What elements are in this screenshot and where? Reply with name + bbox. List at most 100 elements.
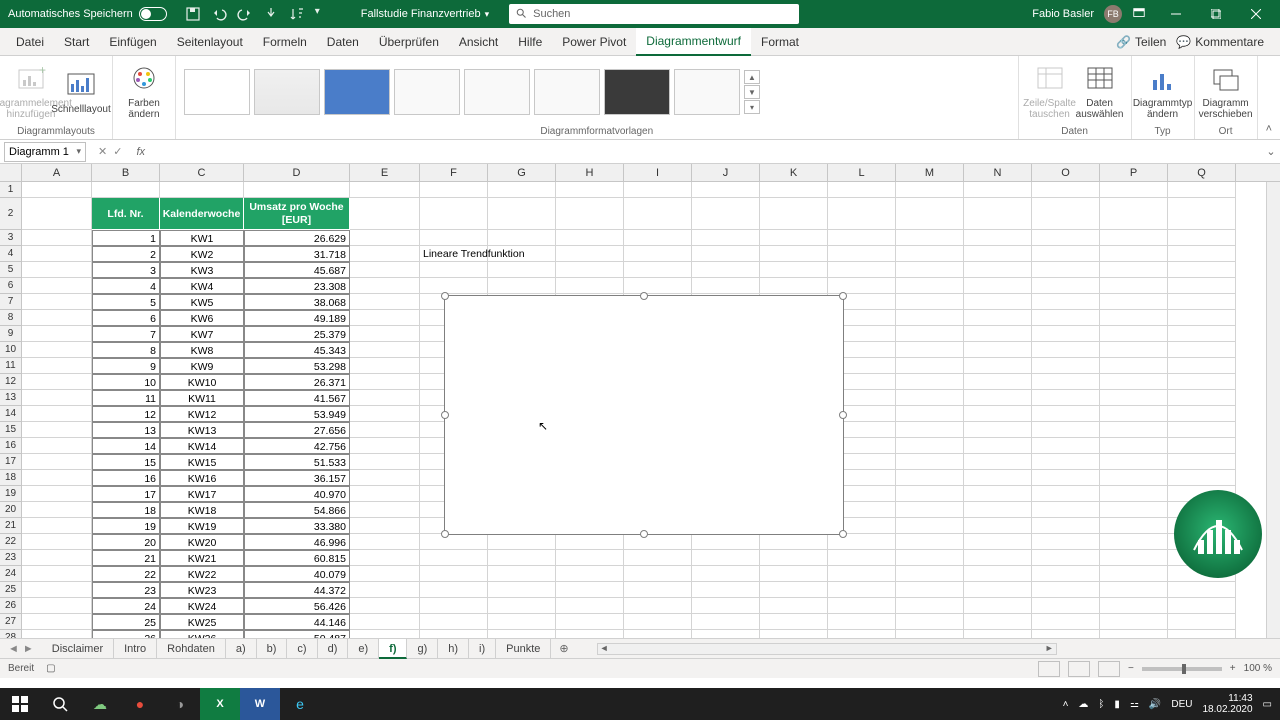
cell[interactable] xyxy=(896,438,964,454)
style-thumb-7[interactable] xyxy=(604,69,670,115)
cell[interactable] xyxy=(244,182,350,198)
cell[interactable] xyxy=(420,566,488,582)
cell[interactable] xyxy=(1100,422,1168,438)
cell[interactable]: KW25 xyxy=(160,614,244,630)
cell[interactable] xyxy=(896,390,964,406)
tab-daten[interactable]: Daten xyxy=(317,28,369,56)
row-header[interactable]: 17 xyxy=(0,454,22,470)
cell[interactable] xyxy=(964,614,1032,630)
cell[interactable] xyxy=(350,390,420,406)
zoom-out-button[interactable]: − xyxy=(1128,663,1134,674)
cell[interactable] xyxy=(1100,358,1168,374)
cell[interactable] xyxy=(1032,422,1100,438)
cell[interactable]: KW21 xyxy=(160,550,244,566)
cell[interactable] xyxy=(760,550,828,566)
cell[interactable] xyxy=(556,246,624,262)
cell[interactable] xyxy=(828,246,896,262)
cell[interactable]: 53.298 xyxy=(244,358,350,374)
cell[interactable] xyxy=(350,262,420,278)
cell[interactable] xyxy=(964,310,1032,326)
task-excel[interactable]: X xyxy=(200,688,240,720)
cell[interactable]: 45.687 xyxy=(244,262,350,278)
col-header-M[interactable]: M xyxy=(896,164,964,181)
col-header-D[interactable]: D xyxy=(244,164,350,181)
cell[interactable]: KW11 xyxy=(160,390,244,406)
cell[interactable] xyxy=(22,342,92,358)
qat-more-icon[interactable]: ▾ xyxy=(315,6,331,22)
tab-datei[interactable]: Datei xyxy=(6,28,54,56)
row-header[interactable]: 22 xyxy=(0,534,22,550)
cell[interactable]: 9 xyxy=(92,358,160,374)
tray-up-icon[interactable]: ˄ xyxy=(1063,699,1069,710)
cell[interactable] xyxy=(22,294,92,310)
cell[interactable] xyxy=(964,230,1032,246)
cell[interactable] xyxy=(350,614,420,630)
cell[interactable]: KW23 xyxy=(160,582,244,598)
cell[interactable] xyxy=(22,262,92,278)
sheet-tab-e[interactable]: e) xyxy=(348,639,379,659)
cell[interactable] xyxy=(1100,326,1168,342)
resize-handle[interactable] xyxy=(441,530,449,538)
resize-handle[interactable] xyxy=(640,530,648,538)
style-thumb-3[interactable] xyxy=(324,69,390,115)
cell[interactable] xyxy=(22,374,92,390)
tab-power pivot[interactable]: Power Pivot xyxy=(552,28,636,56)
sheet-tab-d[interactable]: d) xyxy=(318,639,349,659)
cell[interactable]: 14 xyxy=(92,438,160,454)
cell[interactable] xyxy=(760,246,828,262)
row-header[interactable]: 27 xyxy=(0,614,22,630)
cell[interactable] xyxy=(760,230,828,246)
cell[interactable] xyxy=(964,502,1032,518)
cell[interactable] xyxy=(896,502,964,518)
cell[interactable] xyxy=(896,582,964,598)
cell[interactable] xyxy=(624,566,692,582)
cell[interactable]: 20 xyxy=(92,534,160,550)
cell[interactable] xyxy=(1168,230,1236,246)
cell[interactable]: 50.487 xyxy=(244,630,350,638)
cell[interactable] xyxy=(896,406,964,422)
cell[interactable] xyxy=(350,294,420,310)
style-thumb-4[interactable] xyxy=(394,69,460,115)
cell[interactable] xyxy=(964,598,1032,614)
cell[interactable]: KW24 xyxy=(160,598,244,614)
cell[interactable]: 22 xyxy=(92,566,160,582)
cell[interactable] xyxy=(828,198,896,230)
col-header-O[interactable]: O xyxy=(1032,164,1100,181)
document-title[interactable]: Fallstudie Finanzvertrieb ▾ xyxy=(341,8,509,20)
chart-style-gallery[interactable]: ▲▼▾ xyxy=(184,69,760,115)
name-box[interactable]: Diagramm 1 ▾ xyxy=(4,142,86,162)
cell[interactable] xyxy=(896,182,964,198)
cell[interactable] xyxy=(828,598,896,614)
cell[interactable] xyxy=(556,598,624,614)
cell[interactable]: 23 xyxy=(92,582,160,598)
cell[interactable] xyxy=(1032,294,1100,310)
expand-formula-bar-button[interactable]: ⌄ xyxy=(1262,145,1280,158)
cell[interactable]: KW18 xyxy=(160,502,244,518)
cell[interactable] xyxy=(896,230,964,246)
col-header-K[interactable]: K xyxy=(760,164,828,181)
cell[interactable] xyxy=(828,566,896,582)
row-header[interactable]: 14 xyxy=(0,406,22,422)
cell[interactable] xyxy=(1032,630,1100,638)
cell[interactable] xyxy=(22,230,92,246)
cell[interactable] xyxy=(624,246,692,262)
cell[interactable] xyxy=(692,582,760,598)
cell[interactable]: 38.068 xyxy=(244,294,350,310)
cell[interactable] xyxy=(624,198,692,230)
cell[interactable] xyxy=(556,262,624,278)
move-chart-button[interactable]: Diagramm verschieben xyxy=(1203,64,1249,120)
cell[interactable] xyxy=(896,518,964,534)
cell[interactable] xyxy=(692,614,760,630)
cell[interactable] xyxy=(964,566,1032,582)
cell[interactable] xyxy=(828,550,896,566)
resize-handle[interactable] xyxy=(640,292,648,300)
cell[interactable] xyxy=(896,262,964,278)
toggle-switch-icon[interactable] xyxy=(139,7,167,21)
cell[interactable] xyxy=(350,454,420,470)
style-thumb-8[interactable] xyxy=(674,69,740,115)
row-header[interactable]: 20 xyxy=(0,502,22,518)
cell[interactable]: 2 xyxy=(92,246,160,262)
cell[interactable]: 42.756 xyxy=(244,438,350,454)
col-header-G[interactable]: G xyxy=(488,164,556,181)
cell[interactable] xyxy=(896,470,964,486)
